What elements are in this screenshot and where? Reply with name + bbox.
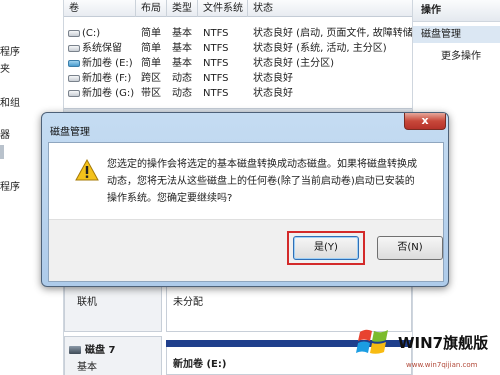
close-button[interactable]: x xyxy=(404,113,446,130)
actions-header: 操作 xyxy=(413,0,500,22)
volume-type: 基本 xyxy=(172,28,192,39)
column-header-type[interactable]: 类型 xyxy=(167,0,198,17)
dialog-message: 您选定的操作会将选定的基本磁盘转换成动态磁盘。如果将磁盘转换成 动态，您将无法从… xyxy=(107,159,417,204)
partition-name: 新加卷 (E:) xyxy=(173,359,227,370)
yes-button[interactable]: 是(Y) xyxy=(293,236,359,260)
drive-icon xyxy=(68,45,80,52)
volume-type: 动态 xyxy=(172,88,192,99)
disk-icon xyxy=(69,346,81,354)
volume-name: 系统保留 xyxy=(82,43,122,54)
volume-status: 状态良好 (主分区) xyxy=(253,58,334,69)
drive-icon xyxy=(68,60,80,67)
volume-name: 新加卷 (E:) xyxy=(82,58,133,69)
volume-filesystem: NTFS xyxy=(203,88,229,99)
drive-icon xyxy=(68,90,80,97)
volume-layout: 跨区 xyxy=(141,73,161,84)
more-actions-link[interactable]: 更多操作 xyxy=(441,49,481,64)
tree-item-fragment[interactable]: 夹 xyxy=(0,60,10,75)
disk-name: 磁盘 7 xyxy=(85,345,116,356)
column-header-filesystem[interactable]: 文件系统 xyxy=(198,0,248,17)
volume-type: 动态 xyxy=(172,73,192,84)
disk-info-panel[interactable]: 磁盘 7 基本 xyxy=(64,336,162,375)
convert-dynamic-disk-dialog: 磁盘管理 x 您选定的操作会将选定的基本磁盘转换成动态磁盘。如果将磁盘转换成 动… xyxy=(41,112,449,287)
volume-name: (C:) xyxy=(82,28,101,39)
volume-name: 新加卷 (G:) xyxy=(82,88,135,99)
column-header-volume[interactable]: 卷 xyxy=(64,0,136,17)
tree-selection-marker xyxy=(0,145,4,159)
volume-status: 状态良好 xyxy=(253,88,293,99)
volume-layout: 简单 xyxy=(141,58,161,69)
volume-layout: 简单 xyxy=(141,43,161,54)
watermark-url: www.win7qijian.com xyxy=(406,361,478,369)
watermark-text: WIN7旗舰版 xyxy=(398,334,489,352)
no-button[interactable]: 否(N) xyxy=(377,236,443,260)
table-row[interactable]: 系统保留 简单 基本 NTFS 状态良好 (系统, 活动, 主分区) xyxy=(64,41,412,56)
drive-icon xyxy=(68,75,80,82)
tree-item-fragment[interactable]: 程序 xyxy=(0,43,20,58)
volume-filesystem: NTFS xyxy=(203,28,229,39)
table-row[interactable]: 新加卷 (E:) 简单 基本 NTFS 状态良好 (主分区) xyxy=(64,56,412,71)
column-header-layout[interactable]: 布局 xyxy=(136,0,167,17)
volume-name: 新加卷 (F:) xyxy=(82,73,132,84)
volume-status: 状态良好 (启动, 页面文件, 故障转储 xyxy=(253,28,412,39)
dialog-title: 磁盘管理 xyxy=(50,127,90,138)
volume-filesystem: NTFS xyxy=(203,73,229,84)
volume-layout: 简单 xyxy=(141,28,161,39)
disk-info-panel[interactable]: 联机 xyxy=(64,282,162,332)
warning-icon xyxy=(75,159,99,181)
volume-status: 状态良好 (系统, 活动, 主分区) xyxy=(253,43,387,54)
disk-status: 联机 xyxy=(77,297,97,308)
volume-layout: 带区 xyxy=(141,88,161,99)
drive-icon xyxy=(68,30,80,37)
table-row[interactable]: 新加卷 (F:) 跨区 动态 NTFS 状态良好 xyxy=(64,71,412,86)
volume-status: 状态良好 xyxy=(253,73,293,84)
table-row[interactable]: (C:) 简单 基本 NTFS 状态良好 (启动, 页面文件, 故障转储 xyxy=(64,26,412,41)
disk-type: 基本 xyxy=(77,362,97,373)
dialog-button-bar: 是(Y) 否(N) xyxy=(49,219,443,281)
volume-list-header: 卷 布局 类型 文件系统 状态 xyxy=(64,0,412,17)
column-header-status[interactable]: 状态 xyxy=(248,0,412,17)
tree-item-fragment[interactable]: 器 xyxy=(0,126,10,141)
volume-filesystem: NTFS xyxy=(203,58,229,69)
table-row[interactable]: 新加卷 (G:) 带区 动态 NTFS 状态良好 xyxy=(64,86,412,101)
tree-item-fragment[interactable]: 和组 xyxy=(0,94,20,109)
tree-item-fragment[interactable]: 程序 xyxy=(0,178,20,193)
partition-status: 未分配 xyxy=(173,297,203,308)
windows-logo-icon xyxy=(356,329,388,354)
dialog-body: 您选定的操作会将选定的基本磁盘转换成动态磁盘。如果将磁盘转换成 动态，您将无法从… xyxy=(48,142,444,282)
actions-section-disk-management[interactable]: 磁盘管理 xyxy=(413,26,500,43)
volume-type: 基本 xyxy=(172,58,192,69)
volume-filesystem: NTFS xyxy=(203,43,229,54)
volume-type: 基本 xyxy=(172,43,192,54)
